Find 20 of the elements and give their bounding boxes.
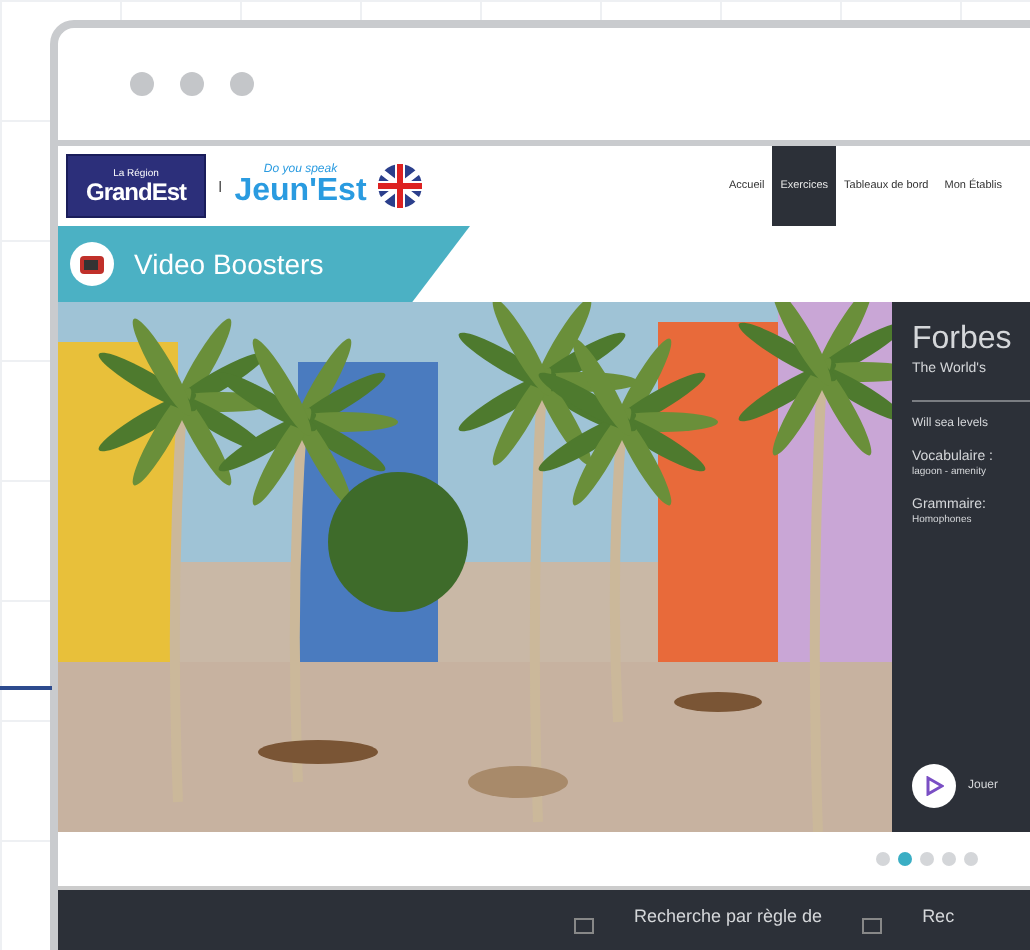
- video-title: Forbes: [912, 322, 1014, 358]
- footer-link[interactable]: Recherche par règle de: [634, 906, 823, 926]
- flag-icon: [378, 164, 423, 208]
- carousel-dot[interactable]: [942, 852, 956, 866]
- separator: I: [218, 177, 223, 195]
- carousel-dot[interactable]: [898, 852, 912, 866]
- connector-line: [0, 686, 52, 690]
- play-icon: [924, 776, 944, 796]
- play-button[interactable]: [912, 764, 956, 808]
- footer-link[interactable]: Rec: [922, 906, 955, 926]
- carousel-dot[interactable]: [876, 852, 890, 866]
- window-dot-icon: [180, 72, 204, 96]
- tv-icon: [70, 242, 114, 286]
- window-dot-icon: [230, 72, 254, 96]
- section-title: Video Boosters: [134, 248, 324, 280]
- footer-icon: [574, 918, 594, 934]
- carousel-dot[interactable]: [920, 852, 934, 866]
- window-dot-icon: [130, 72, 154, 96]
- footer-icon: [862, 918, 883, 934]
- carousel-dot[interactable]: [964, 852, 978, 866]
